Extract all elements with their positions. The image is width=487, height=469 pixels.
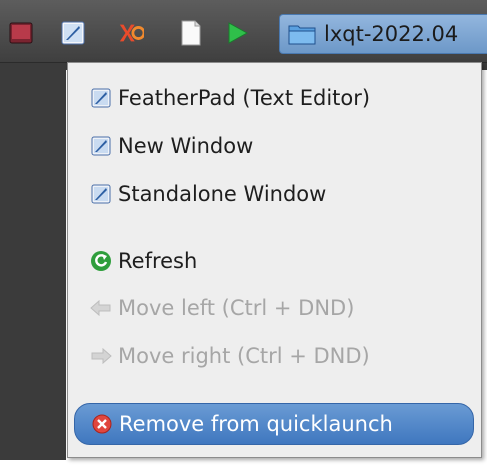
show-desktop-icon[interactable] (8, 20, 34, 46)
menu-item-move-right: Move right (Ctrl + DND) (74, 335, 474, 377)
menu-item-label: Remove from quicklaunch (119, 412, 393, 436)
refresh-icon (90, 250, 112, 272)
menu-item-label: New Window (118, 134, 254, 158)
menu-item-new-window[interactable]: New Window (74, 125, 474, 167)
menu-item-label: Move right (Ctrl + DND) (118, 344, 370, 368)
menu-item-label: Standalone Window (118, 182, 327, 206)
menu-item-refresh[interactable]: Refresh (74, 240, 474, 282)
menu-item-standalone-window[interactable]: Standalone Window (74, 173, 474, 215)
menu-item-label: FeatherPad (Text Editor) (118, 86, 371, 110)
blank-document-icon[interactable] (178, 20, 204, 46)
taskbar: lxqt-2022.04 (0, 0, 487, 63)
remove-icon (91, 413, 113, 435)
app-launcher-icon[interactable] (118, 20, 144, 46)
media-play-icon[interactable] (224, 20, 250, 46)
taskbar-window-button[interactable]: lxqt-2022.04 (279, 14, 487, 54)
featherpad-icon (90, 87, 112, 109)
featherpad-launcher-icon[interactable] (60, 20, 86, 46)
menu-item-remove-from-quicklaunch[interactable]: Remove from quicklaunch (74, 403, 474, 445)
menu-item-label: Refresh (118, 249, 198, 273)
folder-icon (288, 22, 316, 46)
arrow-right-icon (90, 345, 112, 367)
taskbar-window-title: lxqt-2022.04 (324, 22, 459, 46)
arrow-left-icon (90, 297, 112, 319)
menu-item-featherpad[interactable]: FeatherPad (Text Editor) (74, 77, 474, 119)
featherpad-icon (90, 183, 112, 205)
featherpad-icon (90, 135, 112, 157)
menu-item-move-left: Move left (Ctrl + DND) (74, 287, 474, 329)
desktop-background (0, 60, 66, 460)
quicklaunch-context-menu: FeatherPad (Text Editor) New Window Stan… (67, 62, 482, 458)
menu-item-label: Move left (Ctrl + DND) (118, 296, 355, 320)
screen: lxqt-2022.04 FeatherPad (Text Editor) Ne… (0, 0, 487, 469)
